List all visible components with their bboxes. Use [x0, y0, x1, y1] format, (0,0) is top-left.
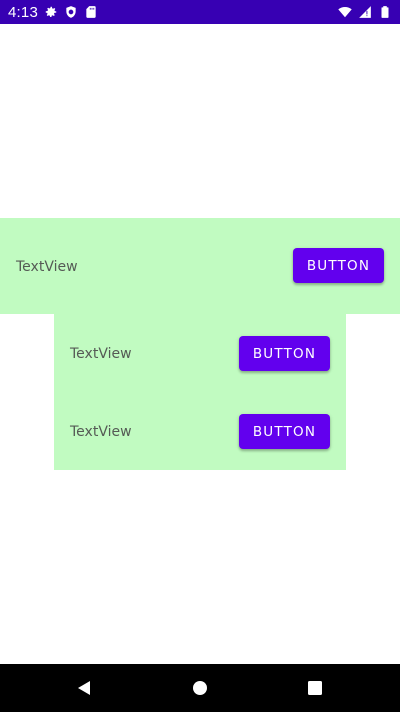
button-1[interactable]: BUTTON	[293, 248, 384, 283]
wifi-icon	[338, 5, 352, 19]
sd-card-icon	[84, 5, 98, 19]
button-2[interactable]: BUTTON	[239, 336, 330, 371]
status-left: 4:13	[8, 4, 98, 21]
navigation-bar	[0, 664, 400, 712]
inner-rows-container: TextView BUTTON TextView BUTTON	[54, 314, 346, 470]
battery-icon	[378, 5, 392, 19]
text-view-2: TextView	[70, 346, 132, 362]
back-icon[interactable]	[72, 676, 96, 700]
app-content: TextView BUTTON TextView BUTTON TextView…	[0, 24, 400, 664]
signal-icon	[358, 5, 372, 19]
text-view-1: TextView	[16, 259, 78, 275]
phone-screen: 4:13 TextView BUTTON TextView BUTTON Tex…	[0, 0, 400, 712]
status-time: 4:13	[8, 3, 38, 21]
home-icon[interactable]	[188, 676, 212, 700]
shield-icon	[64, 5, 78, 19]
recents-icon[interactable]	[303, 676, 327, 700]
top-row-container: TextView BUTTON	[0, 218, 400, 314]
text-view-3: TextView	[70, 424, 132, 440]
button-3[interactable]: BUTTON	[239, 414, 330, 449]
status-right	[338, 5, 392, 19]
gear-icon	[44, 5, 58, 19]
status-bar: 4:13	[0, 0, 400, 24]
